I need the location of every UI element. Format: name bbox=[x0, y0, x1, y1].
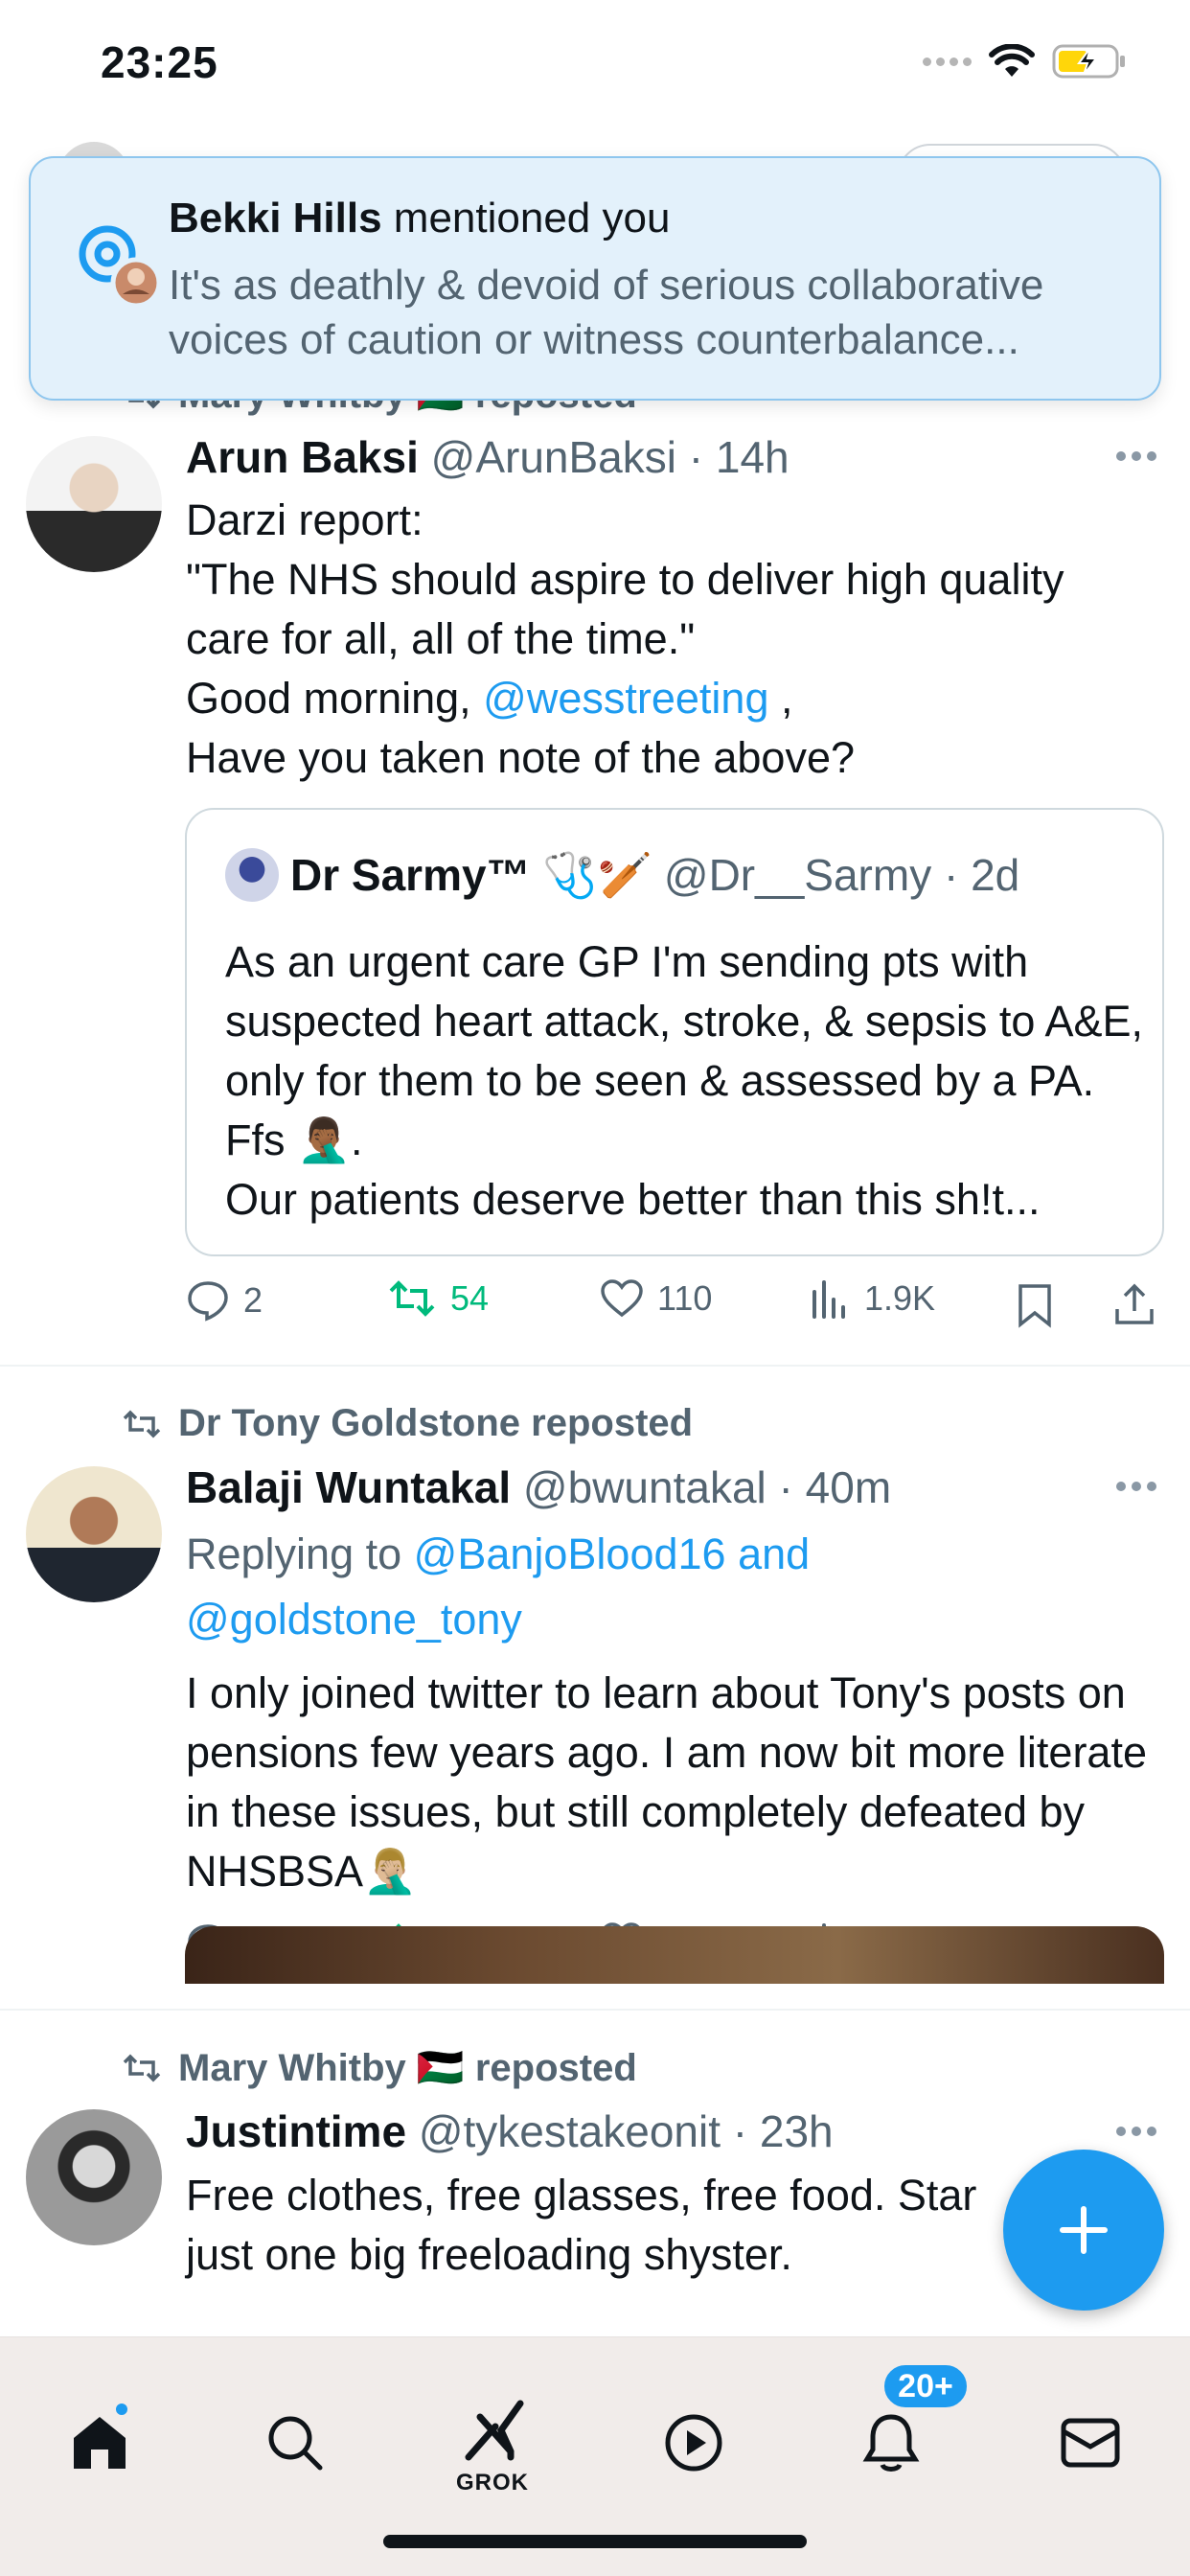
mention-link[interactable]: @wesstreeting bbox=[483, 674, 768, 723]
repost-icon bbox=[123, 2054, 161, 2082]
nav-messages[interactable] bbox=[1052, 2404, 1129, 2481]
author-handle[interactable]: @tykestakeonit bbox=[419, 2106, 721, 2156]
status-bar: 23:25 bbox=[0, 0, 1190, 134]
more-options-icon[interactable] bbox=[1115, 1481, 1157, 1492]
reply-button[interactable]: 2 bbox=[186, 1278, 263, 1322]
status-icons bbox=[923, 42, 1129, 80]
compose-button[interactable] bbox=[1003, 2150, 1164, 2311]
repost-indicator[interactable]: Dr Tony Goldstone reposted bbox=[121, 1402, 693, 1445]
repost-label: Dr Tony Goldstone reposted bbox=[178, 1402, 694, 1444]
toast-body: It's as deathly & devoid of serious coll… bbox=[169, 262, 1044, 363]
divider bbox=[0, 2009, 1190, 2011]
bookmark-icon[interactable] bbox=[1016, 1282, 1054, 1328]
toast-title: Bekki Hills mentioned you bbox=[169, 195, 670, 242]
home-indicator bbox=[383, 2535, 807, 2548]
quote-header: Dr Sarmy™ 🩺🏏 @Dr__Sarmy · 2d bbox=[225, 848, 1019, 902]
grok-label: GROK bbox=[456, 2470, 529, 2496]
tweet-time: 40m bbox=[805, 1462, 892, 1512]
cellular-signal-icon bbox=[923, 57, 972, 66]
author-name[interactable]: Justintime bbox=[186, 2106, 406, 2156]
author-handle[interactable]: @ArunBaksi bbox=[431, 432, 676, 482]
tweet-header: Justintime @tykestakeonit · 23h bbox=[186, 2106, 834, 2156]
share-icon[interactable] bbox=[1113, 1280, 1156, 1326]
views-icon bbox=[812, 1280, 845, 1319]
nav-video[interactable] bbox=[655, 2404, 732, 2481]
author-name[interactable]: Balaji Wuntakal bbox=[186, 1462, 511, 1512]
battery-charging-icon bbox=[1052, 44, 1125, 79]
tweet-text: I only joined twitter to learn about Ton… bbox=[186, 1668, 1147, 1896]
mention-icon bbox=[79, 225, 162, 309]
like-button[interactable]: 110 bbox=[600, 1278, 712, 1319]
mention-notification-toast[interactable]: Bekki Hills mentioned you It's as deathl… bbox=[29, 156, 1161, 401]
quote-time: 2d bbox=[971, 850, 1020, 900]
tweet-text: Darzi report: "The NHS should aspire to … bbox=[186, 491, 1154, 788]
tweet-actions: 2 54 110 1.9K bbox=[186, 1278, 1163, 1336]
tweet-line: "The NHS should aspire to deliver high q… bbox=[186, 555, 1064, 663]
quote-avatar bbox=[225, 848, 279, 902]
avatar[interactable] bbox=[26, 1466, 162, 1602]
repost-label: Mary Whitby 🇵🇸 reposted bbox=[178, 2047, 637, 2089]
replying-to: Replying to @BanjoBlood16 and @goldstone… bbox=[186, 1530, 811, 1644]
toast-user: Bekki Hills bbox=[169, 195, 382, 242]
quoted-tweet[interactable]: Dr Sarmy™ 🩺🏏 @Dr__Sarmy · 2d As an urgen… bbox=[185, 808, 1164, 1256]
heart-icon bbox=[601, 1279, 643, 1318]
reply-count: 2 bbox=[243, 1280, 263, 1320]
messages-icon bbox=[1061, 2418, 1120, 2468]
home-unread-dot bbox=[113, 2401, 130, 2418]
repost-icon bbox=[389, 1280, 435, 1317]
tweet-line: Good morning, @wesstreeting , bbox=[186, 674, 793, 723]
notifications-icon bbox=[862, 2414, 920, 2472]
quote-handle: @Dr__Sarmy bbox=[663, 850, 932, 900]
nav-grok[interactable] bbox=[456, 2393, 533, 2470]
tweet-header: Arun Baksi @ArunBaksi · 14h bbox=[186, 432, 790, 482]
notifications-badge: 20+ bbox=[881, 2362, 970, 2410]
bottom-nav: GROK 20+ bbox=[0, 2336, 1190, 2576]
repost-button[interactable]: 54 bbox=[387, 1278, 489, 1319]
tweet-time: 23h bbox=[759, 2106, 834, 2156]
tweet-line: Darzi report: bbox=[186, 495, 423, 544]
nav-search[interactable] bbox=[257, 2404, 333, 2481]
wifi-icon bbox=[989, 44, 1035, 77]
tweet-header: Balaji Wuntakal @bwuntakal · 40m bbox=[186, 1462, 892, 1512]
video-icon bbox=[665, 2414, 722, 2472]
like-count: 110 bbox=[657, 1278, 713, 1318]
tweet-text: Free clothes, free glasses, free food. S… bbox=[186, 2171, 977, 2279]
author-name[interactable]: Arun Baksi bbox=[186, 432, 419, 482]
divider bbox=[0, 1365, 1190, 1367]
repost-count: 54 bbox=[450, 1278, 490, 1318]
more-options-icon[interactable] bbox=[1115, 450, 1157, 462]
tweet-line: Have you taken note of the above? bbox=[186, 733, 856, 782]
nav-notifications[interactable] bbox=[853, 2404, 929, 2481]
home-icon bbox=[74, 2417, 126, 2469]
author-handle[interactable]: @bwuntakal bbox=[523, 1462, 767, 1512]
search-icon bbox=[268, 2416, 323, 2471]
view-count: 1.9K bbox=[864, 1278, 936, 1318]
quote-text: As an urgent care GP I'm sending pts wit… bbox=[225, 937, 1143, 1224]
avatar[interactable] bbox=[26, 2109, 162, 2245]
grok-icon bbox=[465, 2400, 524, 2461]
views-button[interactable]: 1.9K bbox=[809, 1278, 935, 1319]
media-preview[interactable] bbox=[185, 1926, 1164, 1984]
repost-icon bbox=[123, 1410, 161, 1438]
status-time: 23:25 bbox=[101, 37, 218, 87]
tweet-time: 14h bbox=[715, 432, 790, 482]
repost-indicator[interactable]: Mary Whitby 🇵🇸 reposted bbox=[121, 2045, 637, 2090]
plus-icon bbox=[1060, 2206, 1108, 2254]
more-options-icon[interactable] bbox=[1115, 2126, 1157, 2137]
toast-action: mentioned you bbox=[381, 195, 671, 242]
quote-author-name: Dr Sarmy™ 🩺🏏 bbox=[290, 849, 652, 900]
avatar[interactable] bbox=[26, 436, 162, 572]
reply-icon bbox=[188, 1281, 228, 1322]
